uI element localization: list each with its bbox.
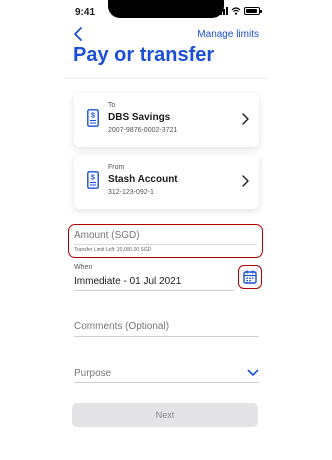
purpose-underline <box>74 382 259 383</box>
notch <box>108 0 224 18</box>
from-account-card[interactable]: $ From Stash Account 312-123-092-1 <box>74 155 259 209</box>
svg-text:$: $ <box>91 175 95 182</box>
chevron-right-icon <box>242 113 249 125</box>
from-account-number: 312-123-092-1 <box>108 189 154 196</box>
chevron-left-icon[interactable] <box>72 26 86 42</box>
transfer-limit-hint: Transfer Limit Left: 20,000.00 SGD <box>74 247 152 253</box>
page-title: Pay or transfer <box>73 44 215 66</box>
comments-underline <box>74 336 259 337</box>
calendar-button[interactable] <box>238 265 262 289</box>
document-dollar-icon: $ <box>87 109 99 127</box>
document-dollar-icon: $ <box>87 171 99 189</box>
when-underline <box>74 290 234 291</box>
comments-field[interactable]: Comments (Optional) <box>74 321 169 332</box>
to-account-number: 2007-9876-0002-3721 <box>108 127 178 134</box>
amount-field[interactable]: Amount (SGD) Transfer Limit Left: 20,000… <box>68 224 263 258</box>
to-account-name: DBS Savings <box>108 112 171 123</box>
purpose-select[interactable]: Purpose <box>74 368 111 379</box>
system-icons <box>217 7 262 15</box>
when-label: When <box>74 264 93 271</box>
next-button[interactable]: Next <box>72 403 258 427</box>
status-time: 9:41 <box>75 7 96 18</box>
wifi-icon <box>231 7 241 15</box>
phone-screen: 9:41 Manage limits Pay or transfer $ To … <box>0 0 332 460</box>
calendar-icon <box>243 270 257 284</box>
amount-underline <box>74 244 257 245</box>
manage-limits-link[interactable]: Manage limits <box>197 29 259 40</box>
battery-icon <box>244 7 262 15</box>
to-account-card[interactable]: $ To DBS Savings 2007-9876-0002-3721 <box>74 93 259 147</box>
header-divider <box>64 78 268 79</box>
to-caption: To <box>108 102 116 109</box>
from-caption: From <box>108 164 125 171</box>
status-bar: 9:41 <box>0 0 332 26</box>
signal-icon <box>217 7 228 15</box>
amount-placeholder: Amount (SGD) <box>74 230 140 241</box>
from-account-name: Stash Account <box>108 174 178 185</box>
chevron-down-icon[interactable] <box>247 369 259 377</box>
svg-text:$: $ <box>91 113 95 120</box>
when-value[interactable]: Immediate - 01 Jul 2021 <box>74 276 181 287</box>
chevron-right-icon <box>242 175 249 187</box>
